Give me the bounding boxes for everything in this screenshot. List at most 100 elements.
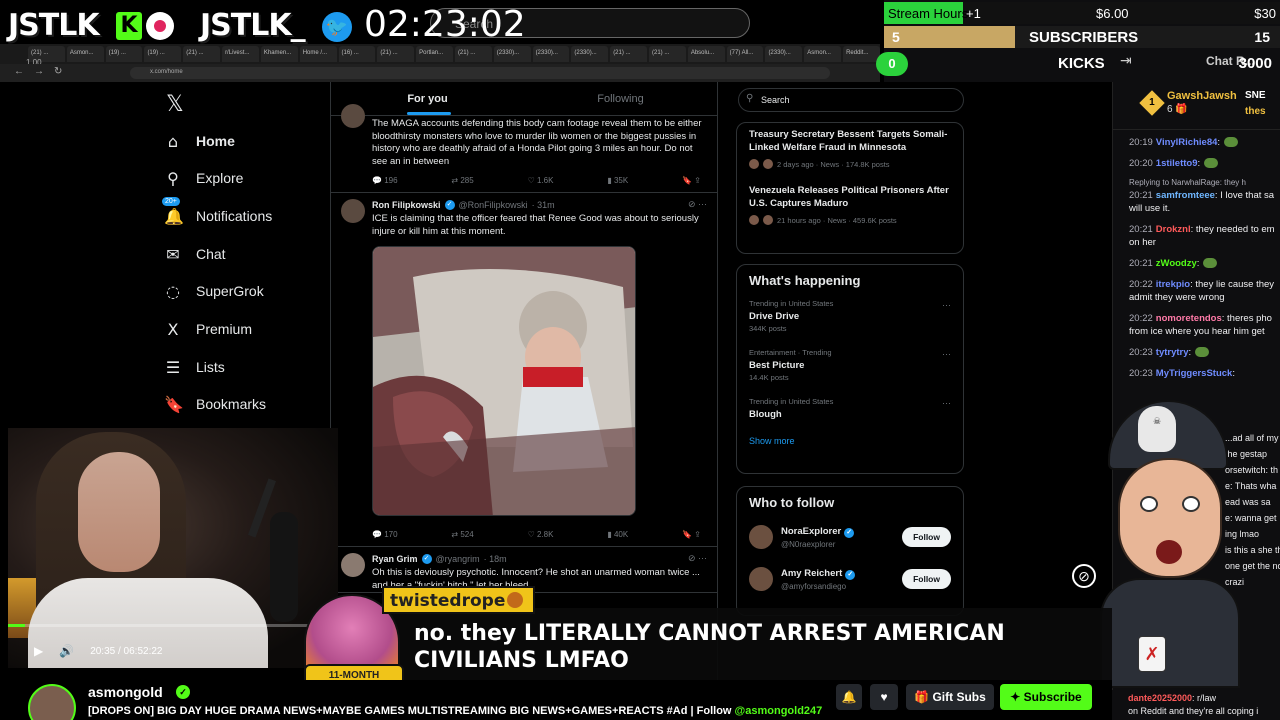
- follow-suggestion[interactable]: NoraExplorer ✓ @N0raexplorer Follow: [737, 516, 963, 558]
- browser-tab[interactable]: (77) All...: [726, 46, 764, 62]
- x-search-input[interactable]: ⚲ Search: [738, 88, 964, 112]
- avatar[interactable]: [749, 525, 773, 549]
- sidebar-item-explore[interactable]: ⚲ Explore: [164, 163, 243, 193]
- follow-button[interactable]: Follow: [902, 569, 951, 589]
- browser-tab[interactable]: (21) ...: [183, 46, 221, 62]
- news-item[interactable]: Treasury Secretary Bessent Targets Somal…: [737, 123, 963, 173]
- browser-tab[interactable]: (19) ...: [105, 46, 143, 62]
- reply-button[interactable]: 💬 170: [372, 530, 398, 539]
- heart-icon[interactable]: ♥: [870, 684, 898, 710]
- streamer-name[interactable]: asmongold: [88, 684, 163, 700]
- bookmark-icon[interactable]: 🔖 ⇪: [682, 530, 701, 539]
- browser-tab[interactable]: (2330)...: [571, 46, 609, 62]
- chat-collapse-icon[interactable]: ⇥: [1120, 52, 1132, 69]
- alert-message: no. they LITERALLY CANNOT ARREST AMERICA…: [414, 621, 1005, 673]
- chat-username[interactable]: samfromteee: [1156, 190, 1215, 201]
- author-handle[interactable]: @ryangrim: [436, 554, 480, 564]
- avatar[interactable]: [341, 104, 365, 128]
- chat-username[interactable]: dante20252000: [1128, 693, 1192, 703]
- sidebar-item-bookmarks[interactable]: 🔖 Bookmarks: [164, 389, 266, 419]
- follow-suggestion[interactable]: Amy Reichert ✓ @amyforsandiego Follow: [737, 558, 963, 600]
- author-handle[interactable]: @RonFilipkowski: [459, 200, 528, 210]
- like-button[interactable]: ♡ 2.8K: [528, 530, 554, 539]
- chat-username[interactable]: tytrytry: [1156, 347, 1189, 358]
- trend-item[interactable]: Entertainment · Trending Best Picture 14.4…: [737, 343, 963, 386]
- browser-tab[interactable]: (21) ...: [454, 46, 492, 62]
- no-symbol-icon[interactable]: ⊘: [1072, 564, 1096, 588]
- chat-username[interactable]: zWoodzy: [1156, 258, 1197, 269]
- more-options-icon[interactable]: ⊘ ···: [688, 553, 707, 564]
- browser-tab[interactable]: (21) ...: [649, 46, 686, 62]
- show-more-link[interactable]: Show more: [737, 432, 963, 456]
- chat-username[interactable]: MyTriggersStuck: [1156, 368, 1233, 379]
- browser-tab[interactable]: Asmon...: [804, 46, 842, 62]
- tweet[interactable]: The MAGA accounts defending this body ca…: [331, 104, 717, 193]
- trend-item[interactable]: Trending in United States Blough ···: [737, 392, 963, 426]
- avatar[interactable]: [341, 199, 365, 223]
- browser-tab[interactable]: (21) ...: [610, 46, 647, 62]
- browser-tab[interactable]: (16) ...: [338, 46, 376, 62]
- x-logo-icon[interactable]: 𝕏: [166, 92, 184, 117]
- browser-tab[interactable]: (2330)...: [765, 46, 803, 62]
- sidebar-item-home[interactable]: ⌂ Home: [164, 126, 235, 156]
- chat-username[interactable]: itrekpio: [1156, 279, 1190, 290]
- sidebar-item-lists[interactable]: ☰ Lists: [164, 352, 225, 382]
- gifter-name[interactable]: GawshJawsh: [1167, 90, 1237, 102]
- tweet-header: Ron Filipkowski ✓ @RonFilipkowski · 31m: [372, 197, 705, 213]
- browser-tab[interactable]: Khamen...: [260, 46, 298, 62]
- browser-nav-icons[interactable]: ←→↻: [14, 66, 72, 77]
- notification-bell-icon[interactable]: 🔔: [836, 684, 862, 710]
- browser-tab[interactable]: (19) ...: [144, 46, 182, 62]
- repost-button[interactable]: ⇄ 285: [451, 176, 473, 185]
- subscribe-button[interactable]: ✦ Subscribe: [1000, 684, 1092, 710]
- video-progress-bar[interactable]: [8, 624, 338, 627]
- author-name[interactable]: Ron Filipkowski: [372, 200, 441, 210]
- browser-tab[interactable]: r/Livest...: [222, 46, 259, 62]
- browser-tab[interactable]: Absolu...: [687, 46, 725, 62]
- browser-tab[interactable]: (2330)...: [532, 46, 570, 62]
- browser-tab[interactable]: (21) ...: [377, 46, 415, 62]
- pinned-user-2[interactable]: thes: [1245, 106, 1266, 117]
- url-field[interactable]: x.com/home: [130, 67, 830, 79]
- trend-context: Trending in United States: [749, 299, 834, 308]
- browser-tab[interactable]: Home /...: [299, 46, 337, 62]
- follow-button[interactable]: Follow: [902, 527, 951, 547]
- sidebar-item-notifications[interactable]: 🔔 20+ Notifications: [162, 197, 272, 231]
- browser-tab[interactable]: Asmon...: [66, 46, 104, 62]
- sidebar-item-chat[interactable]: ✉ Chat: [164, 239, 225, 269]
- views-button[interactable]: ▮ 40K: [607, 530, 628, 539]
- tweet[interactable]: ⊘ ··· Ron Filipkowski ✓ @RonFilipkowski …: [331, 193, 717, 547]
- chat-username[interactable]: Drokznl: [1156, 224, 1191, 235]
- browser-tab[interactable]: Portlan...: [416, 46, 453, 62]
- repost-button[interactable]: ⇄ 524: [451, 530, 473, 539]
- volume-icon[interactable]: 🔊: [59, 644, 74, 658]
- browser-tab[interactable]: Reddit...: [843, 46, 880, 62]
- like-button[interactable]: ♡ 1.6K: [528, 176, 554, 185]
- streamer-avatar[interactable]: [28, 684, 76, 720]
- views-button[interactable]: ▮ 35K: [607, 176, 628, 185]
- chat-username[interactable]: nomoretendos: [1156, 313, 1222, 324]
- play-icon[interactable]: ▶: [34, 644, 43, 658]
- trend-count: 344K posts: [749, 324, 787, 333]
- chat-username[interactable]: 1stiletto9: [1156, 158, 1198, 169]
- gift-subs-button[interactable]: 🎁 Gift Subs: [906, 684, 994, 710]
- news-item[interactable]: Venezuela Releases Political Prisoners A…: [737, 173, 963, 229]
- sidebar-item-supergrok[interactable]: ◌ SuperGrok: [164, 276, 264, 306]
- more-options-icon[interactable]: ···: [942, 300, 951, 310]
- pinned-user-1[interactable]: SNE: [1245, 90, 1266, 101]
- browser-tab[interactable]: (2330)...: [493, 46, 531, 62]
- reply-button[interactable]: 💬 196: [372, 176, 398, 185]
- tweet-video-still[interactable]: [372, 246, 636, 516]
- more-options-icon[interactable]: ⊘ ···: [688, 199, 707, 210]
- sidebar-item-premium[interactable]: X Premium: [164, 314, 253, 344]
- more-options-icon[interactable]: ···: [942, 398, 951, 408]
- trend-item[interactable]: Trending in United States Drive Drive 344K…: [737, 294, 963, 337]
- more-options-icon[interactable]: ···: [942, 349, 951, 359]
- author-name[interactable]: Ryan Grim: [372, 554, 418, 564]
- avatar[interactable]: [749, 567, 773, 591]
- stream-title-handle[interactable]: @asmongold247: [735, 705, 823, 717]
- avatar[interactable]: [341, 553, 365, 577]
- bookmark-icon[interactable]: 🔖 ⇪: [682, 176, 701, 185]
- chat-username[interactable]: VinylRichie84: [1156, 137, 1218, 148]
- tab-following[interactable]: Following: [524, 82, 717, 115]
